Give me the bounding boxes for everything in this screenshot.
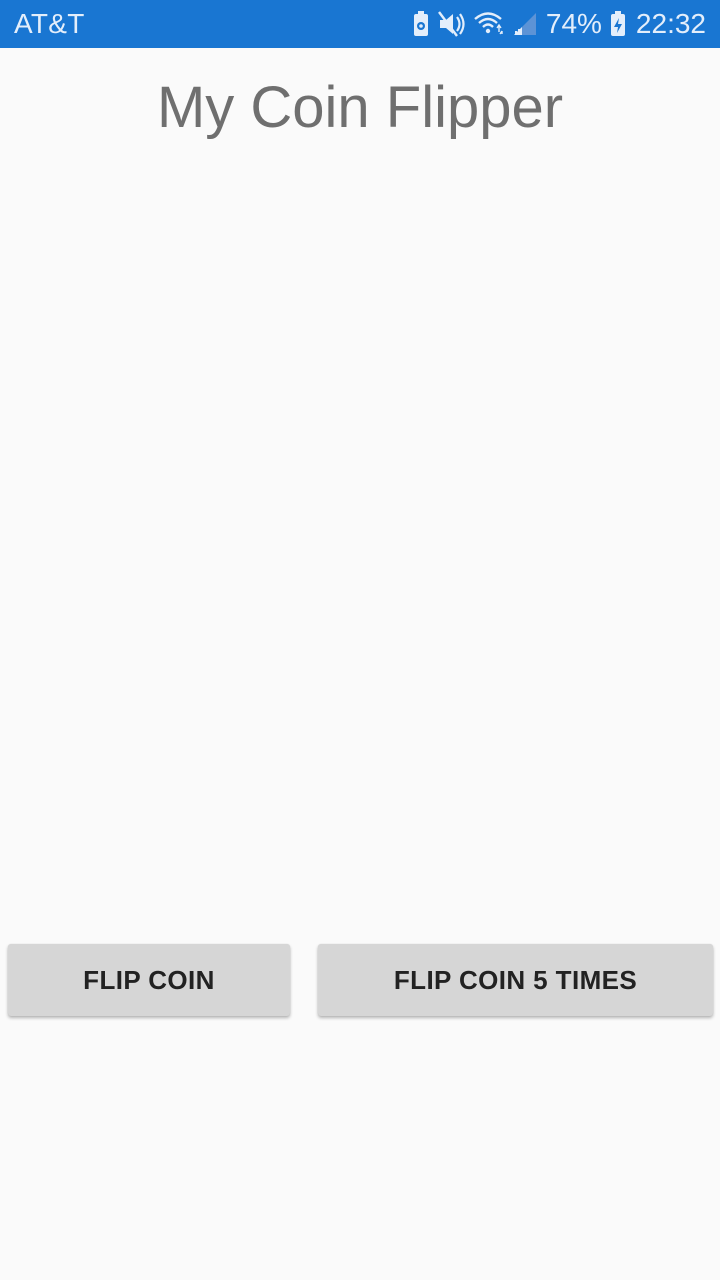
battery-saver-icon (412, 11, 430, 37)
flip-coin-5-times-button[interactable]: FLIP COIN 5 TIMES (318, 944, 713, 1016)
battery-percent: 74% (545, 8, 602, 39)
app-title: My Coin Flipper (156, 75, 564, 140)
wifi-icon (474, 11, 504, 37)
status-clock: 22:32 (635, 8, 706, 39)
status-icons: 74% 22:32 (412, 8, 706, 40)
carrier-name: AT&T (14, 8, 85, 39)
battery-charging-icon (610, 11, 626, 37)
mute-icon (437, 11, 466, 37)
flip-coin-button[interactable]: FLIP COIN (8, 944, 290, 1016)
status-bar: AT&T 74% 22:32 (0, 0, 720, 48)
signal-icon (512, 11, 538, 37)
